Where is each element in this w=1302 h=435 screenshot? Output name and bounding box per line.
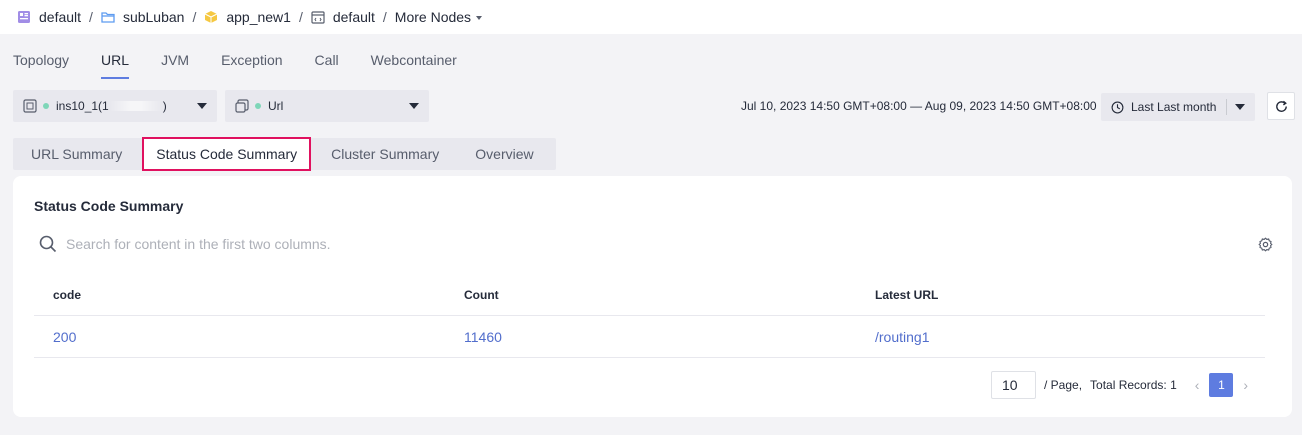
total-records-label: Total Records: 1 [1090,378,1177,392]
card-title: Status Code Summary [34,198,184,214]
page-size-input[interactable]: 10 [991,371,1036,399]
cell-latest-url[interactable]: /routing1 [875,329,929,345]
sub-tabs: URL Summary Status Code Summary Cluster … [13,137,556,171]
column-header-latest-url[interactable]: Latest URL [856,288,1265,302]
status-dot [43,103,49,109]
breadcrumb-project[interactable]: default [17,9,81,25]
breadcrumb-folder[interactable]: subLuban [101,9,185,25]
breadcrumb-label: app_new1 [226,9,291,25]
tab-topology[interactable]: Topology [13,44,69,76]
next-page-icon[interactable]: › [1243,377,1248,393]
column-header-code[interactable]: code [34,288,445,302]
cell-count[interactable]: 11460 [464,329,502,345]
table-header: code Count Latest URL [34,274,1265,316]
breadcrumb-separator: / [298,9,303,25]
time-range-select[interactable]: Last Last month [1101,93,1255,121]
caret-down-icon[interactable] [1235,104,1245,110]
breadcrumb-separator: / [382,9,387,25]
folder-icon [101,12,115,23]
type-select[interactable]: Url [225,90,429,122]
instance-select-suffix: ) [162,99,167,113]
search-bar [39,235,566,253]
tab-exception[interactable]: Exception [221,44,282,76]
refresh-icon [1275,100,1287,112]
chevron-down-icon [476,15,483,20]
tab-call[interactable]: Call [315,44,339,76]
search-icon [39,235,57,253]
caret-down-icon [197,103,207,109]
url-type-icon [235,99,249,113]
breadcrumb: default / subLuban / app_new1 / default … [0,0,1302,34]
refresh-button[interactable] [1267,92,1295,120]
tab-webcontainer[interactable]: Webcontainer [371,44,457,76]
redacted-mask [109,101,162,111]
divider [1226,99,1227,115]
date-range-text: Jul 10, 2023 14:50 GMT+08:00 — Aug 09, 2… [741,99,1097,113]
tab-cluster-summary[interactable]: Cluster Summary [313,138,457,170]
project-icon [18,11,30,23]
tab-overview[interactable]: Overview [457,138,551,170]
tab-url[interactable]: URL [101,44,130,79]
instance-select[interactable]: ins10_1(1) [13,90,217,122]
breadcrumb-environment[interactable]: default [311,9,375,25]
status-dot [255,103,261,109]
prev-page-icon[interactable]: ‹ [1195,377,1200,393]
instance-select-prefix: ins10_1(1 [56,99,109,113]
pagination: 10 / Page, Total Records: 1 ‹ 1 › [991,371,1258,399]
status-code-table: code Count Latest URL 200 11460 /routing… [34,274,1265,358]
status-code-card: Status Code Summary code Count Latest UR… [13,176,1292,417]
breadcrumb-separator: / [192,9,197,25]
clock-icon [1111,101,1124,113]
type-select-value: Url [268,99,284,113]
gear-icon[interactable] [1258,237,1273,252]
instance-icon [23,99,37,113]
breadcrumb-label: default [332,9,375,25]
breadcrumb-label: subLuban [122,9,185,25]
column-header-count[interactable]: Count [445,288,856,302]
more-nodes-dropdown[interactable]: More Nodes [394,9,483,25]
table-row: 200 11460 /routing1 [34,316,1265,358]
cube-icon [205,11,218,23]
tab-url-summary[interactable]: URL Summary [13,138,140,170]
breadcrumb-separator: / [89,9,93,25]
cell-code[interactable]: 200 [53,329,76,345]
tab-jvm[interactable]: JVM [161,44,189,76]
time-range-value: Last Last month [1131,100,1217,114]
main-tabs: Topology URL JVM Exception Call Webconta… [13,44,489,80]
per-page-label: / Page, [1044,378,1083,392]
tab-status-code-summary[interactable]: Status Code Summary [142,137,312,171]
breadcrumb-label: default [39,9,82,25]
environment-icon [311,11,325,24]
more-nodes-label: More Nodes [394,9,472,25]
page-number-current[interactable]: 1 [1209,373,1234,397]
search-input[interactable] [66,236,566,252]
caret-down-icon [409,103,419,109]
breadcrumb-application[interactable]: app_new1 [204,9,291,25]
